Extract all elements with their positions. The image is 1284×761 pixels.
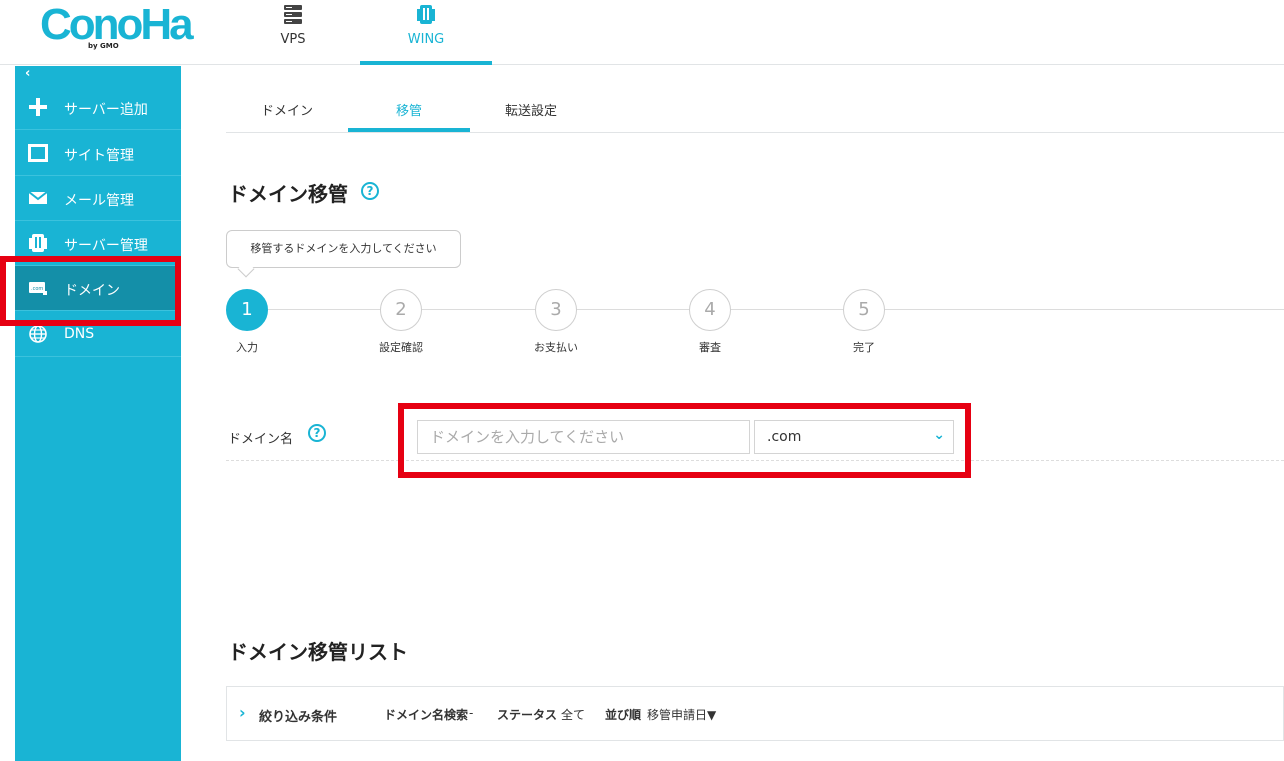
active-tab-underline (360, 61, 492, 65)
filter-bar[interactable]: › 絞り込み条件 ドメイン名検索 - ステータス 全て 並び順 移管申請日▼ (226, 686, 1284, 741)
domain-name-label: ドメイン名 (228, 432, 294, 447)
filter-title[interactable]: 絞り込み条件 (259, 706, 337, 725)
plus-icon (29, 98, 47, 116)
tab-vps-label: VPS (280, 32, 306, 47)
domain-subtabs: ドメイン 移管 転送設定 (226, 88, 1284, 133)
sidebar-item-label: サーバー管理 (64, 238, 148, 254)
filter-status-value: 全て (561, 708, 586, 722)
step-3-circle: 3 (535, 289, 577, 331)
highlight-box-sidebar-domain (0, 256, 181, 326)
help-icon[interactable]: ? (308, 424, 326, 442)
filter-search-value: - (469, 706, 474, 720)
active-subtab-underline (348, 128, 470, 132)
step-4-label: 審査 (699, 341, 721, 354)
tab-domain[interactable]: ドメイン (226, 100, 348, 119)
sidebar-item-label: サーバー追加 (64, 102, 148, 118)
tab-forward[interactable]: 転送設定 (470, 100, 592, 119)
step-4-circle: 4 (689, 289, 731, 331)
tab-wing[interactable]: WING (360, 0, 492, 65)
logo-sub: by GMO (88, 42, 119, 50)
top-bar: ConoHa by GMO VPS WING (0, 0, 1284, 65)
step-5-label: 完了 (853, 341, 875, 354)
step-1-circle: 1 (226, 289, 268, 331)
server-stack-icon (284, 5, 302, 24)
sidebar-item-label: メール管理 (64, 193, 134, 209)
step-3-label: お支払い (534, 341, 578, 354)
step-2-label: 設定確認 (379, 341, 423, 354)
highlight-box-domain-input (398, 403, 971, 478)
chevron-right-icon[interactable]: › (239, 703, 246, 722)
wing-server-icon (417, 5, 435, 24)
tab-transfer[interactable]: 移管 (348, 100, 470, 119)
window-icon (28, 144, 48, 162)
step-2-circle: 2 (380, 289, 422, 331)
sidebar-item-add-server[interactable]: サーバー追加 (15, 85, 181, 130)
filter-search-label: ドメイン名検索 (384, 708, 469, 722)
filter-status-label: ステータス (497, 708, 558, 722)
conoha-logo[interactable]: ConoHa by GMO (40, 0, 194, 54)
sidebar-item-label: サイト管理 (64, 148, 134, 164)
filter-sort-label: 並び順 (605, 708, 642, 722)
filter-sort-value[interactable]: 移管申請日▼ (647, 706, 716, 723)
help-icon[interactable]: ? (361, 182, 379, 200)
sidebar: ‹ サーバー追加 サイト管理 メール管理 サーバー管理 .com ドメイン DN… (15, 66, 181, 761)
sidebar-item-site[interactable]: サイト管理 (15, 131, 181, 176)
server-icon (29, 234, 47, 252)
tab-wing-label: WING (407, 32, 445, 47)
chevron-left-icon[interactable]: ‹ (25, 66, 30, 81)
globe-icon (29, 325, 47, 343)
transfer-list-title: ドメイン移管リスト (228, 640, 408, 664)
tab-vps[interactable]: VPS (253, 0, 333, 65)
page-title: ドメイン移管 (228, 182, 348, 206)
step-1-label: 入力 (236, 341, 258, 354)
step-tooltip: 移管するドメインを入力してください (226, 230, 461, 268)
sidebar-item-label: DNS (64, 326, 95, 342)
sidebar-item-mail[interactable]: メール管理 (15, 176, 181, 221)
step-5-circle: 5 (843, 289, 885, 331)
mail-icon (28, 191, 48, 204)
